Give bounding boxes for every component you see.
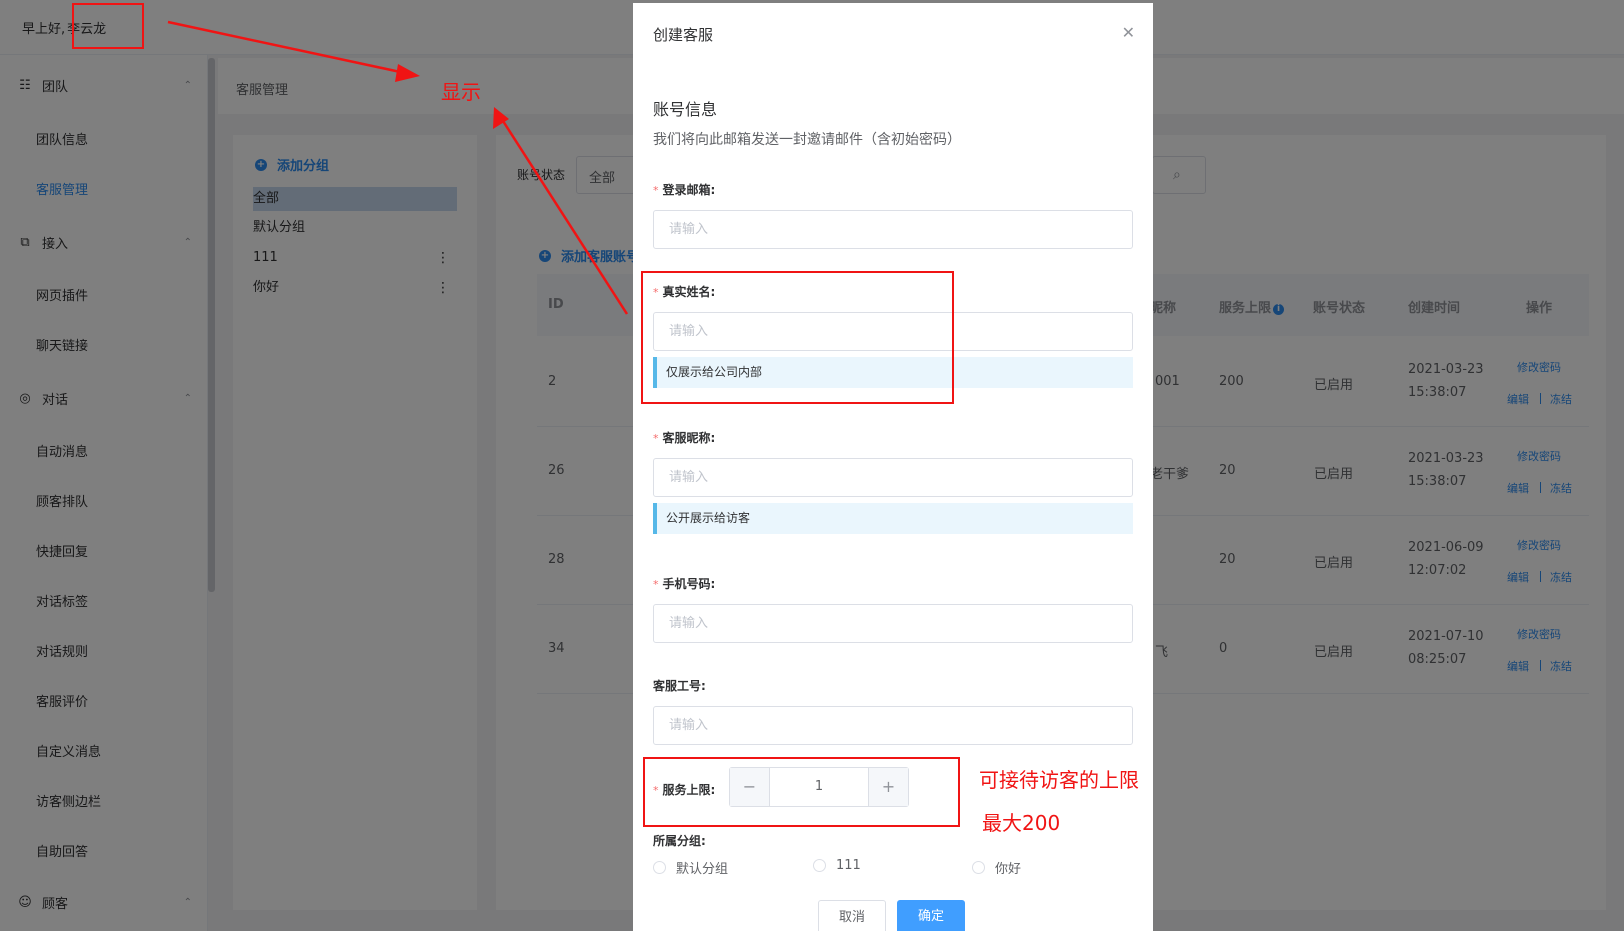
annotation-box-realname xyxy=(641,271,954,404)
radio-label: 默认分组 xyxy=(676,862,729,877)
nickname-tip: 公开展示给访客 xyxy=(653,503,1133,534)
phone-field[interactable] xyxy=(653,604,1133,643)
group-radio-default[interactable]: 默认分组 xyxy=(653,858,728,877)
annotation-limit-max: 最大200 xyxy=(982,811,1061,835)
section-subtitle: 我们将向此邮箱发送一封邀请邮件（含初始密码） xyxy=(653,132,961,148)
email-label-text: 登录邮箱: xyxy=(662,183,716,197)
group-radio-111[interactable]: 111 xyxy=(813,858,861,873)
group-radio-nihao[interactable]: 你好 xyxy=(972,858,1021,877)
phone-label: * 手机号码: xyxy=(653,575,715,592)
radio-circle xyxy=(653,861,666,874)
section-title: 账号信息 xyxy=(653,100,718,119)
jobno-label: 客服工号: xyxy=(653,679,706,693)
radio-circle xyxy=(972,861,985,874)
radio-circle xyxy=(813,859,826,872)
email-label: * 登录邮箱: xyxy=(653,181,715,198)
annotation-box-username xyxy=(72,3,144,49)
group-label: 所属分组: xyxy=(653,834,706,848)
confirm-button[interactable]: 确定 xyxy=(897,900,965,931)
close-icon[interactable]: ✕ xyxy=(1122,23,1135,42)
required-mark: * xyxy=(653,184,659,197)
radio-label: 你好 xyxy=(995,862,1022,877)
nickname-field[interactable] xyxy=(653,458,1133,497)
nickname-label: * 客服昵称: xyxy=(653,429,715,446)
required-mark: * xyxy=(653,578,659,591)
dialog-title: 创建客服 xyxy=(653,26,714,44)
email-field[interactable] xyxy=(653,210,1133,249)
nickname-label-text: 客服昵称: xyxy=(662,431,716,445)
radio-label: 111 xyxy=(836,858,861,873)
required-mark: * xyxy=(653,432,659,445)
cancel-button[interactable]: 取消 xyxy=(818,900,886,931)
phone-label-text: 手机号码: xyxy=(662,577,716,591)
annotation-show: 显示 xyxy=(441,80,481,104)
annotation-limit-note: 可接待访客的上限 xyxy=(979,768,1139,792)
jobno-field[interactable] xyxy=(653,706,1133,745)
annotation-box-limit xyxy=(643,757,960,827)
